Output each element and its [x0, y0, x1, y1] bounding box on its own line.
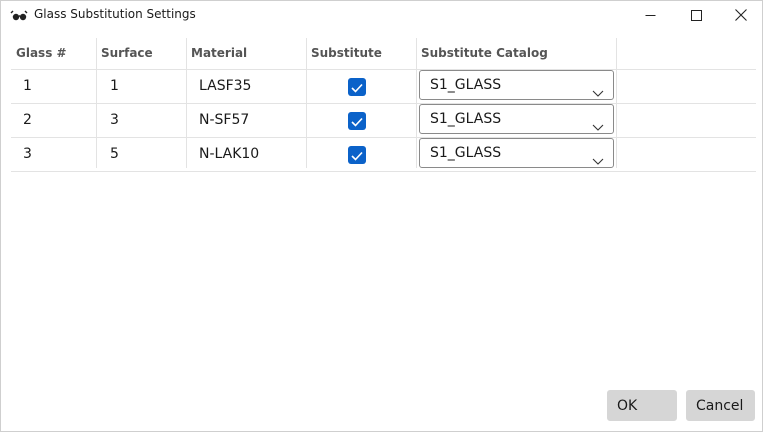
cancel-button[interactable]: Cancel — [686, 390, 755, 421]
grid-header: Glass # Surface Material Substitute Subs… — [11, 38, 756, 70]
substitute-catalog-dropdown[interactable]: S1_GLASS — [419, 70, 614, 100]
column-header-material[interactable]: Material — [186, 38, 306, 69]
window-title: Glass Substitution Settings — [34, 7, 196, 21]
close-button[interactable] — [718, 1, 764, 29]
catalog-selected-value: S1_GLASS — [430, 77, 502, 93]
glass-number-cell: 2 — [23, 112, 32, 128]
table-row[interactable]: 1 1 LASF35 S1_GLASS — [11, 70, 756, 104]
title-bar[interactable]: Glass Substitution Settings — [1, 1, 762, 29]
substitute-checkbox[interactable] — [348, 78, 366, 96]
dialog-window: Glass Substitution Settings Glass # Surf… — [0, 0, 763, 432]
surface-cell: 5 — [110, 146, 119, 162]
substitute-checkbox[interactable] — [348, 146, 366, 164]
material-cell: N-LAK10 — [199, 146, 260, 162]
checkmark-icon — [351, 78, 363, 97]
material-cell: LASF35 — [199, 78, 252, 94]
column-header-surface[interactable]: Surface — [96, 38, 186, 69]
catalog-selected-value: S1_GLASS — [430, 145, 502, 161]
material-cell: N-SF57 — [199, 112, 250, 128]
column-header-substitute-catalog[interactable]: Substitute Catalog — [416, 38, 616, 69]
minimize-icon — [645, 10, 656, 21]
checkmark-icon — [351, 146, 363, 165]
chevron-down-icon — [592, 148, 604, 176]
ok-button[interactable]: OK — [607, 390, 677, 421]
close-icon — [735, 9, 747, 21]
substitute-catalog-dropdown[interactable]: S1_GLASS — [419, 138, 614, 168]
glasses-icon — [10, 8, 28, 22]
minimize-button[interactable] — [627, 1, 673, 29]
surface-cell: 1 — [110, 78, 119, 94]
column-header-substitute[interactable]: Substitute — [306, 38, 416, 69]
maximize-button[interactable] — [673, 1, 719, 29]
glass-number-cell: 1 — [23, 78, 32, 94]
checkmark-icon — [351, 112, 363, 131]
surface-cell: 3 — [110, 112, 119, 128]
table-row[interactable]: 3 5 N-LAK10 S1_GLASS — [11, 138, 756, 172]
substitute-checkbox[interactable] — [348, 112, 366, 130]
column-header-glass[interactable]: Glass # — [11, 38, 96, 69]
catalog-selected-value: S1_GLASS — [430, 111, 502, 127]
table-row[interactable]: 2 3 N-SF57 S1_GLASS — [11, 104, 756, 138]
maximize-icon — [690, 9, 702, 21]
glass-number-cell: 3 — [23, 146, 32, 162]
glass-substitution-grid: Glass # Surface Material Substitute Subs… — [11, 38, 756, 172]
substitute-catalog-dropdown[interactable]: S1_GLASS — [419, 104, 614, 134]
